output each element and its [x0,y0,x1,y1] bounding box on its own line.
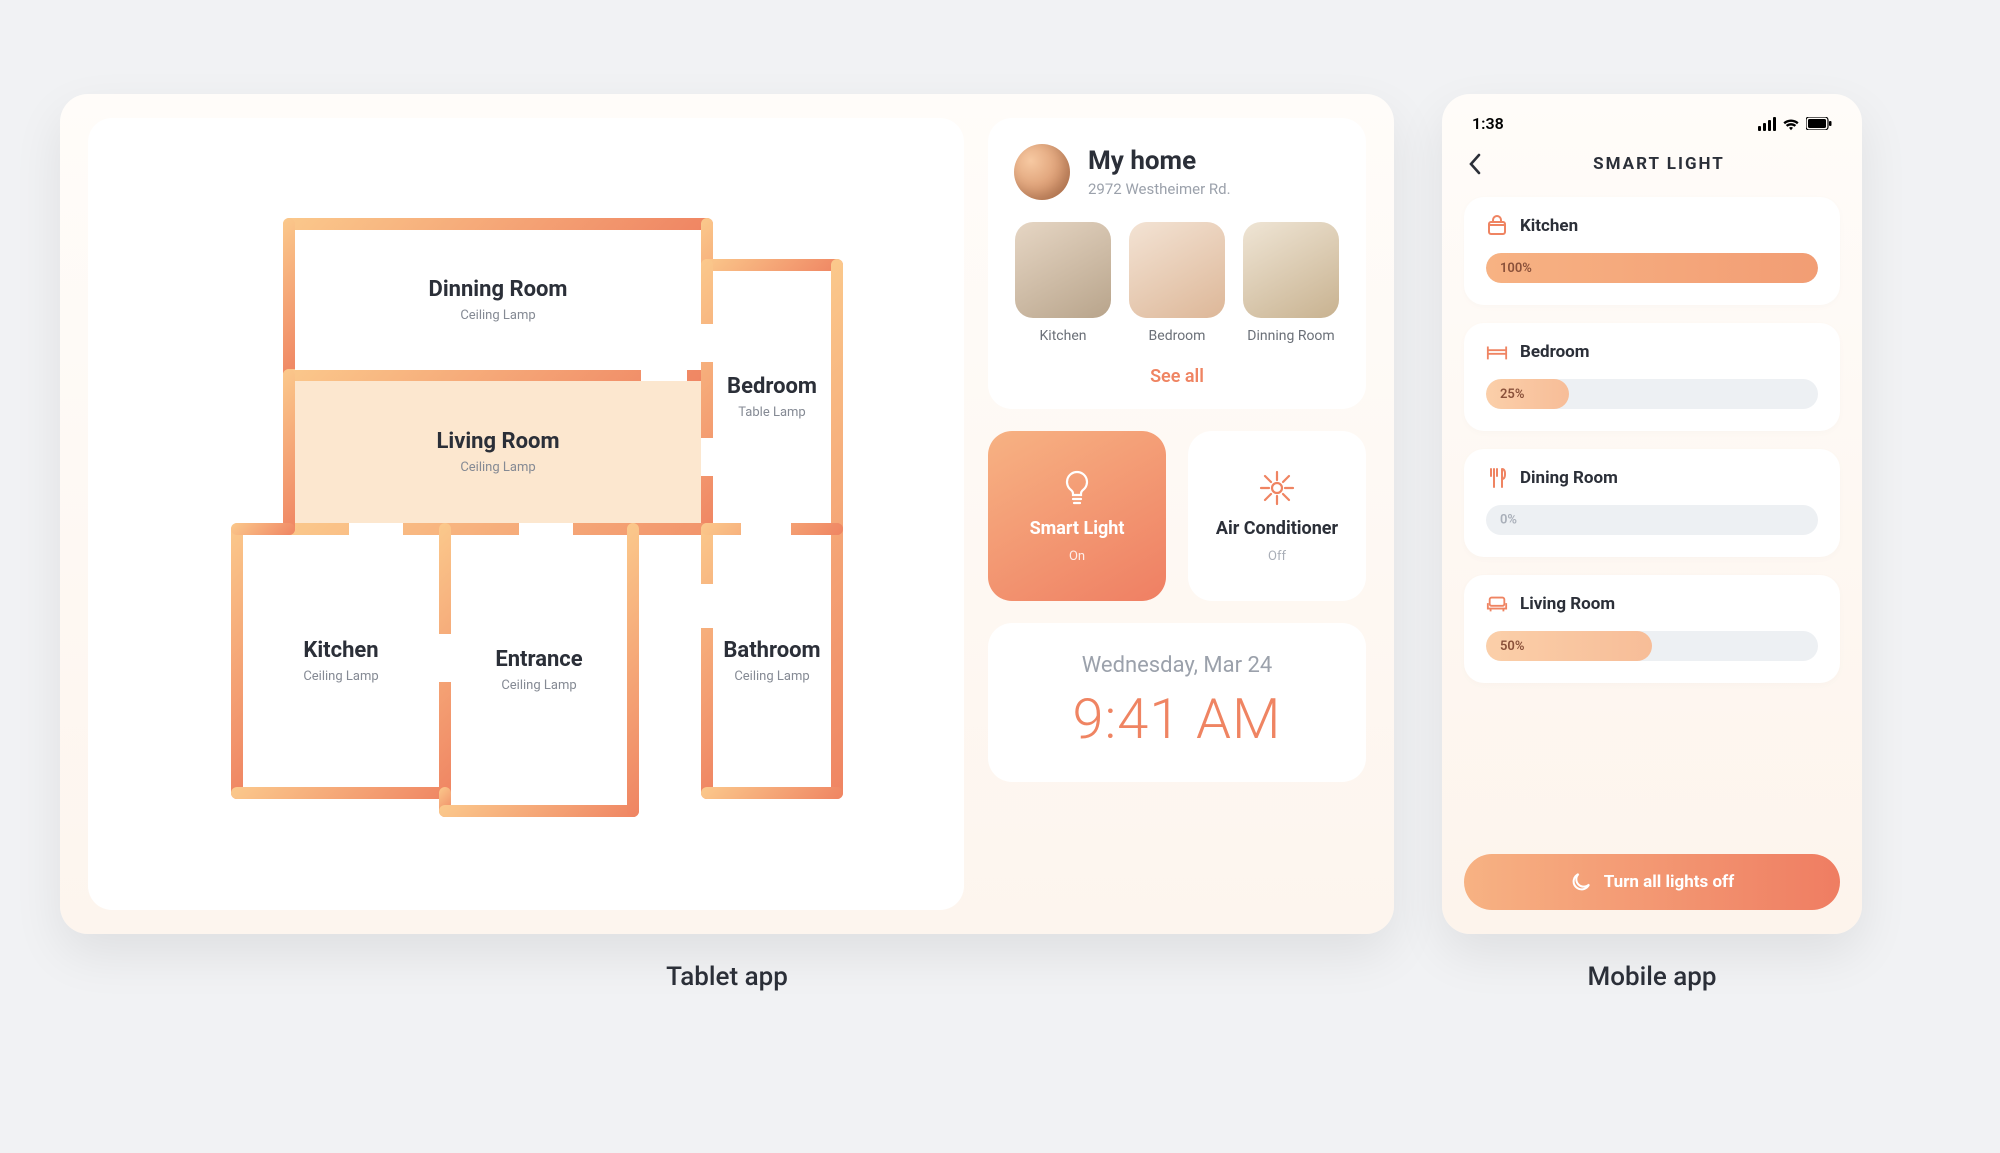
tile-smart-light[interactable]: Smart Light On [988,431,1166,601]
thumb-label: Dinning Room [1247,328,1334,344]
slider-list: Kitchen 100% Bedroom 25% [1464,197,1840,910]
thumb-label: Kitchen [1040,328,1087,344]
home-card: My home 2972 Westheimer Rd. Kitchen Bedr… [988,118,1366,409]
clock-card: Wednesday, Mar 24 9:41 AM [988,623,1366,782]
slider-value: 100% [1500,261,1532,276]
room-name: Living Room [436,429,559,454]
back-button[interactable] [1468,153,1496,175]
slider-label: Bedroom [1520,342,1590,362]
tablet-right-column: My home 2972 Westheimer Rd. Kitchen Bedr… [988,118,1366,910]
floorplan: Dinning Room Ceiling Lamp Bedroom Table … [231,204,851,824]
room-thumb-kitchen[interactable]: Kitchen [1014,222,1112,344]
couch-icon [1486,593,1508,615]
room-bathroom[interactable]: Bathroom Ceiling Lamp [713,535,831,787]
cta-label: Turn all lights off [1604,872,1734,892]
room-thumb-bedroom[interactable]: Bedroom [1128,222,1226,344]
slider-card-bedroom: Bedroom 25% [1464,323,1840,431]
lightbulb-icon [1062,468,1092,508]
room-sublabel: Ceiling Lamp [460,308,535,323]
avatar[interactable] [1014,144,1070,200]
room-bedroom[interactable]: Bedroom Table Lamp [713,271,831,523]
slider-value: 25% [1500,387,1524,402]
tile-title: Air Conditioner [1216,518,1338,539]
home-title: My home [1088,146,1231,176]
thumb-image [1129,222,1225,318]
thumb-image [1015,222,1111,318]
clock-date: Wednesday, Mar 24 [1018,653,1336,678]
room-name: Entrance [495,647,582,672]
moon-icon [1570,871,1592,893]
slider-label: Dining Room [1520,468,1618,488]
caption-tablet: Tablet app [666,962,788,992]
chevron-left-icon [1468,153,1482,175]
signal-icon [1758,117,1776,131]
room-kitchen[interactable]: Kitchen Ceiling Lamp [243,535,439,787]
tile-state: On [1069,549,1085,564]
cook-icon [1486,215,1508,237]
fork-icon [1486,467,1508,489]
room-sublabel: Ceiling Lamp [303,669,378,684]
room-entrance[interactable]: Entrance Ceiling Lamp [451,535,627,805]
brightness-slider[interactable]: 25% [1486,379,1818,409]
turn-off-button[interactable]: Turn all lights off [1464,854,1840,910]
room-dinning[interactable]: Dinning Room Ceiling Lamp [295,230,701,370]
room-name: Bathroom [723,638,820,663]
bed-icon [1486,341,1508,363]
room-thumb-dinning[interactable]: Dinning Room [1242,222,1340,344]
room-sublabel: Ceiling Lamp [734,669,809,684]
slider-card-kitchen: Kitchen 100% [1464,197,1840,305]
tablet-frame: Dinning Room Ceiling Lamp Bedroom Table … [60,94,1394,934]
room-sublabel: Ceiling Lamp [501,678,576,693]
room-sublabel: Ceiling Lamp [460,460,535,475]
slider-label: Living Room [1520,594,1615,614]
tile-state: Off [1268,549,1286,564]
snowflake-icon [1259,468,1295,508]
floorplan-card: Dinning Room Ceiling Lamp Bedroom Table … [88,118,964,910]
wifi-icon [1782,117,1800,131]
page-title: SMART LIGHT [1510,154,1836,174]
slider-value: 0% [1500,513,1517,528]
tile-air-conditioner[interactable]: Air Conditioner Off [1188,431,1366,601]
slider-label: Kitchen [1520,216,1578,236]
room-name: Dinning Room [429,277,568,302]
brightness-slider[interactable]: 0% [1486,505,1818,535]
status-bar: 1:38 [1464,112,1840,147]
battery-icon [1806,117,1832,130]
tile-title: Smart Light [1030,518,1125,539]
thumb-image [1243,222,1339,318]
mobile-frame: 1:38 SMART LIGHT Kitchen [1442,94,1862,934]
room-name: Kitchen [303,638,378,663]
room-living[interactable]: Living Room Ceiling Lamp [295,381,701,523]
slider-card-dining: Dining Room 0% [1464,449,1840,557]
clock-time: 9:41 AM [1018,686,1336,752]
see-all-link[interactable]: See all [1014,366,1340,387]
brightness-slider[interactable]: 50% [1486,631,1818,661]
home-address: 2972 Westheimer Rd. [1088,180,1231,198]
caption-mobile: Mobile app [1588,962,1717,992]
room-name: Bedroom [727,374,817,399]
status-time: 1:38 [1472,114,1504,133]
slider-card-living: Living Room 50% [1464,575,1840,683]
thumb-label: Bedroom [1149,328,1206,344]
slider-value: 50% [1500,639,1524,654]
room-sublabel: Table Lamp [738,405,805,420]
brightness-slider[interactable]: 100% [1486,253,1818,283]
